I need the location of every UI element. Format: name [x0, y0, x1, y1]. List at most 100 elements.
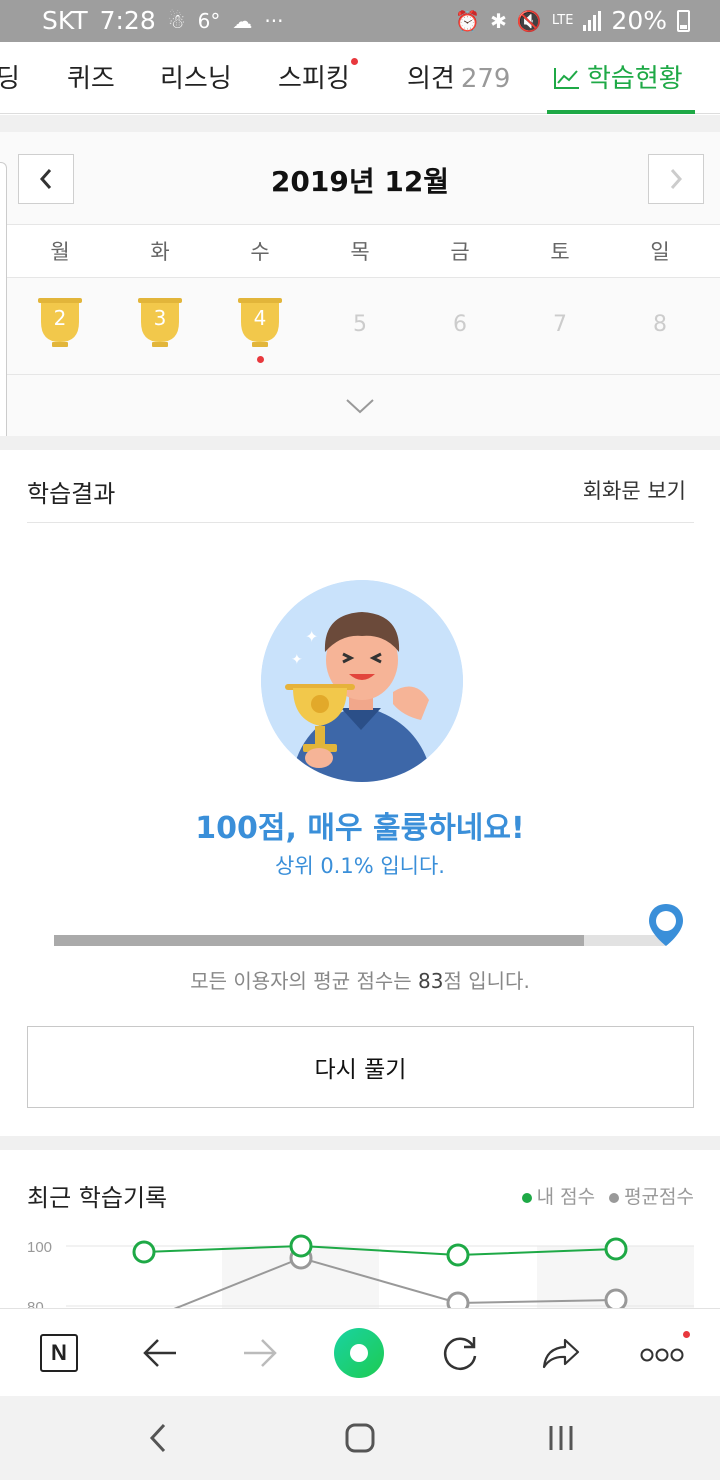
mute-icon: 🔇 [516, 8, 542, 33]
chevron-right-icon [670, 169, 683, 189]
nav-home-icon [345, 1423, 375, 1453]
battery-percent: 20% [611, 6, 667, 35]
score-message: 100점, 매우 훌륭하네요! [195, 811, 525, 846]
section-gap [0, 436, 720, 450]
naver-home-button[interactable]: N [33, 1327, 85, 1379]
day-number: 8 [653, 312, 667, 337]
legend-item-mine: 내 점수 [521, 1182, 596, 1209]
tab-label: 의견 [407, 64, 455, 94]
average-prefix: 모든 이용자의 평균 점수는 [190, 969, 419, 993]
section-gap [0, 1136, 720, 1150]
average-score-fill [54, 935, 584, 946]
calendar-day[interactable]: 3 [110, 296, 210, 366]
weekday-label: 금 [450, 240, 470, 264]
calendar-day[interactable]: 7 [510, 296, 610, 366]
share-button[interactable] [535, 1327, 587, 1379]
side-drawer-edge[interactable] [0, 162, 7, 448]
more-dots-icon [640, 1348, 684, 1362]
weekday-label: 일 [650, 240, 670, 264]
calendar-day[interactable]: 6 [410, 296, 510, 366]
recent-score-chart: 10080 [27, 1234, 694, 1310]
chart-legend: 내 점수 평균점수 [521, 1182, 694, 1209]
tab-listening[interactable]: 리스닝 [160, 58, 232, 95]
back-button[interactable] [134, 1327, 186, 1379]
weekday-label: 토 [550, 240, 570, 264]
browser-toolbar: N [0, 1308, 720, 1396]
calendar-day[interactable]: 5 [310, 296, 410, 366]
divider [27, 522, 694, 523]
tab-label: 스피킹 [278, 64, 350, 94]
refresh-icon [443, 1337, 477, 1370]
calendar-month-title: 2019년 12월 [270, 165, 450, 198]
average-score-value: 83 [418, 969, 444, 993]
day-number: 5 [353, 312, 367, 337]
tab-label: 리스닝 [160, 64, 232, 94]
retry-button[interactable]: 다시 풀기 [27, 1026, 694, 1108]
calendar-day[interactable]: 8 [610, 296, 710, 366]
tab-progress[interactable]: 학습현황 [553, 58, 683, 95]
network-type: LTE [551, 13, 574, 28]
battery-icon [677, 9, 690, 32]
nav-recents-icon [549, 1426, 573, 1450]
legend-label: 내 점수 [536, 1186, 596, 1208]
weekly-calendar: 2019년 12월 월 화 수 목 금 토 일 2 3 4 5 6 7 8 [0, 132, 720, 436]
weekday-label: 화 [150, 240, 170, 264]
green-dot-button[interactable] [333, 1327, 385, 1379]
chevron-down-icon [346, 398, 374, 413]
tab-label: 딩 [0, 64, 20, 94]
bluetooth-icon: ✱ [490, 8, 507, 33]
line-chart-icon [554, 68, 579, 89]
svg-text:✦: ✦ [305, 627, 318, 646]
active-tab-indicator [547, 110, 695, 114]
nav-back-icon [149, 1423, 166, 1453]
new-badge [350, 58, 358, 65]
day-number: 4 [253, 306, 267, 330]
tab-bar: 딩 퀴즈 리스닝 스피킹 의견 279 학습현황 [0, 42, 720, 114]
clock: 7:28 [99, 6, 156, 35]
weekday-label: 목 [350, 240, 370, 264]
location-pin-icon [649, 904, 683, 946]
calendar-day[interactable]: 2 [10, 296, 110, 366]
data-point [289, 1234, 313, 1258]
legend-dot [521, 1192, 532, 1203]
data-point [446, 1243, 470, 1267]
expand-calendar-button[interactable] [0, 374, 720, 436]
naver-logo-icon: N [40, 1334, 78, 1372]
comment-count: 279 [460, 64, 511, 94]
more-menu-button[interactable] [636, 1327, 690, 1379]
day-number: 3 [153, 306, 167, 330]
view-dialogue-link[interactable]: 회화문 보기 [583, 475, 686, 505]
svg-text:✦: ✦ [291, 652, 303, 668]
arrow-right-icon [244, 1339, 277, 1367]
refresh-button[interactable] [434, 1327, 486, 1379]
forward-button[interactable] [234, 1327, 286, 1379]
y-tick-label: 100 [27, 1239, 52, 1256]
calendar-day-today[interactable]: 4 [210, 296, 310, 366]
trophy-character-illustration: ✦ ✦ [261, 580, 463, 782]
next-week-button[interactable] [648, 154, 704, 204]
system-recents-button[interactable] [539, 1416, 583, 1460]
system-home-button[interactable] [338, 1416, 382, 1460]
weekday-label: 수 [250, 240, 270, 264]
tab-quiz[interactable]: 퀴즈 [67, 58, 115, 95]
legend-dot [609, 1192, 620, 1203]
data-point [132, 1240, 156, 1264]
notification-dot [683, 1331, 690, 1338]
data-point [604, 1237, 628, 1261]
system-nav-bar [0, 1396, 720, 1480]
share-icon [542, 1338, 580, 1369]
tab-reading[interactable]: 딩 [0, 58, 20, 95]
alarm-icon: ⏰ [455, 8, 481, 33]
weather-icon: ☁ [232, 8, 253, 33]
system-back-button[interactable] [136, 1416, 180, 1460]
day-number: 2 [53, 306, 67, 330]
person-icon: ☃ [167, 8, 186, 33]
average-score-text: 모든 이용자의 평균 점수는 83점 입니다. [0, 965, 720, 994]
day-number: 7 [553, 312, 567, 337]
celebration-avatar: ✦ ✦ [261, 580, 463, 782]
rank-message: 상위 0.1% 입니다. [275, 854, 445, 878]
status-bar: SKT 7:28 ☃ 6° ☁ ··· ⏰ ✱ 🔇 LTE 20% [0, 0, 720, 42]
legend-label: 평균점수 [624, 1186, 694, 1208]
tab-comments[interactable]: 의견 279 [407, 58, 510, 95]
tab-speaking[interactable]: 스피킹 [278, 58, 358, 95]
